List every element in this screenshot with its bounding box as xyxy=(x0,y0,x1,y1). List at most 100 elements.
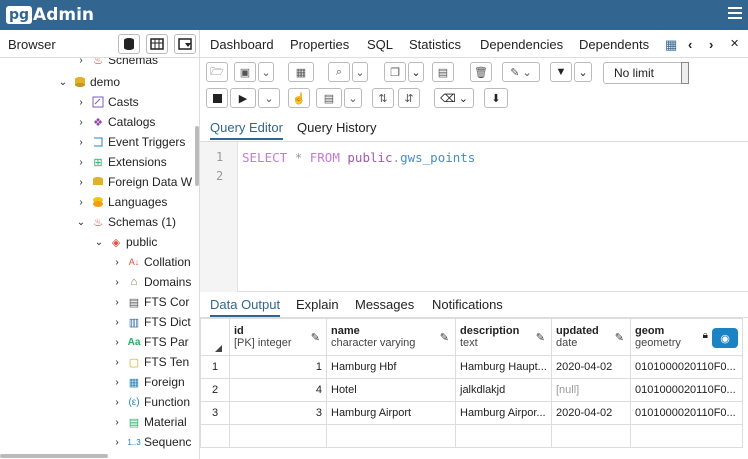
commit-button[interactable]: ⇅ xyxy=(372,88,394,108)
column-header-geom[interactable]: geom geometry 🔒︎ ◉ xyxy=(630,318,743,356)
download-csv-button[interactable]: ⬇ xyxy=(484,88,508,108)
sql-editor[interactable]: 1 2 SELECT * FROM public.gws_points xyxy=(200,142,748,292)
save-dropdown-button[interactable]: ⌄ xyxy=(258,62,274,82)
cell-description[interactable]: jalkdlakjd xyxy=(455,378,552,402)
expand-arrow-icon[interactable]: › xyxy=(112,377,122,388)
column-header-id[interactable]: id [PK] integer ✎ xyxy=(229,318,327,356)
save-file-button[interactable]: ▣ xyxy=(234,62,256,82)
tree-node-public[interactable]: ⌄ ◈ public xyxy=(94,232,158,252)
execute-dropdown-button[interactable]: ⌄ xyxy=(258,88,280,108)
cell-name[interactable]: Hamburg Hbf xyxy=(326,355,456,379)
execute-button[interactable]: ▶ xyxy=(230,88,256,108)
tree-node-foreign-tables[interactable]: › ▦ Foreign xyxy=(112,372,184,392)
clear-button[interactable]: ⌫ ⌄ xyxy=(434,88,474,108)
expand-arrow-icon[interactable]: › xyxy=(76,58,86,66)
filter-rows-button[interactable] xyxy=(174,34,196,54)
cell-geom[interactable]: 0101000020110F0... xyxy=(630,401,743,425)
expand-arrow-icon[interactable]: › xyxy=(112,277,122,288)
expand-arrow-icon[interactable]: › xyxy=(112,357,122,368)
cell-name[interactable] xyxy=(326,424,456,448)
tree-node-event-triggers[interactable]: › Event Triggers xyxy=(76,132,185,152)
tree-node-schemas-group[interactable]: ⌄ ♨ Schemas (1) xyxy=(76,212,176,232)
tree-node-collations[interactable]: › A↓ Collation xyxy=(112,252,190,272)
tree-node-functions[interactable]: › (ε) Function xyxy=(112,392,190,412)
tab-scroll-left-icon[interactable]: ‹ xyxy=(688,37,692,52)
cell-id[interactable]: 4 xyxy=(229,378,327,402)
stop-query-button[interactable] xyxy=(206,88,228,108)
tab-dependents[interactable]: Dependents xyxy=(579,37,649,52)
tree-node-sequences[interactable]: › 1..3 Sequenc xyxy=(112,432,191,452)
rollback-button[interactable]: ⇵ xyxy=(398,88,420,108)
object-properties-button[interactable] xyxy=(118,34,140,54)
collapse-arrow-icon[interactable]: ⌄ xyxy=(94,237,104,248)
tab-query-history[interactable]: Query History xyxy=(297,120,376,135)
tab-sql[interactable]: SQL xyxy=(367,37,393,52)
tree-node-casts[interactable]: › Casts xyxy=(76,92,138,112)
tab-statistics[interactable]: Statistics xyxy=(409,37,461,52)
tree-node-demo[interactable]: ⌄ demo xyxy=(58,72,120,92)
tab-notifications[interactable]: Notifications xyxy=(432,297,503,312)
row-number[interactable]: 2 xyxy=(200,378,230,402)
row-number[interactable]: 1 xyxy=(200,355,230,379)
tree-node-domains[interactable]: › ⌂ Domains xyxy=(112,272,191,292)
expand-arrow-icon[interactable]: › xyxy=(76,157,86,168)
expand-arrow-icon[interactable]: › xyxy=(112,417,122,428)
expand-arrow-icon[interactable]: › xyxy=(112,297,122,308)
tree-node-materialized-views[interactable]: › ▤ Material xyxy=(112,412,186,432)
tree-node-foreign-data-wrappers[interactable]: › Foreign Data W xyxy=(76,172,192,192)
tab-explain[interactable]: Explain xyxy=(296,297,339,312)
cell-id[interactable]: 3 xyxy=(229,401,327,425)
row-limit-dropdown-handle[interactable] xyxy=(681,62,689,84)
paste-button[interactable]: ▤ xyxy=(432,62,454,82)
copy-button[interactable]: ❐ xyxy=(384,62,406,82)
table-row[interactable]: 3 3 Hamburg Airport Hamburg Airpor... 20… xyxy=(200,401,743,425)
new-row[interactable] xyxy=(200,424,743,448)
expand-arrow-icon[interactable]: › xyxy=(112,317,122,328)
select-all-corner[interactable] xyxy=(200,318,230,356)
cell-geom[interactable] xyxy=(630,424,743,448)
tab-dashboard[interactable]: Dashboard xyxy=(210,37,274,52)
tab-data-output[interactable]: Data Output xyxy=(210,297,281,317)
cell-updated[interactable]: 2020-04-02 xyxy=(551,401,631,425)
collapse-arrow-icon[interactable]: ⌄ xyxy=(58,77,68,88)
column-header-name[interactable]: name character varying ✎ xyxy=(326,318,456,356)
copy-dropdown-button[interactable]: ⌄ xyxy=(408,62,424,82)
filter-dropdown-button[interactable]: ⌄ xyxy=(574,62,592,82)
expand-arrow-icon[interactable]: › xyxy=(76,117,86,128)
cell-updated[interactable] xyxy=(551,424,631,448)
tab-properties[interactable]: Properties xyxy=(290,37,349,52)
tree-horizontal-scrollbar[interactable] xyxy=(0,454,108,458)
expand-arrow-icon[interactable]: › xyxy=(76,137,86,148)
tree-vertical-scrollbar[interactable] xyxy=(195,126,199,186)
cell-name[interactable]: Hotel xyxy=(326,378,456,402)
save-data-changes-button[interactable]: ▦ xyxy=(288,62,314,82)
tree-node-schemas[interactable]: › ♨ Schemas xyxy=(76,58,158,70)
expand-arrow-icon[interactable]: › xyxy=(112,337,122,348)
tab-scroll-right-icon[interactable]: › xyxy=(709,37,713,52)
column-header-updated[interactable]: updated date ✎ xyxy=(551,318,631,356)
pgadmin-logo[interactable]: pg Admin xyxy=(6,4,94,26)
row-limit-select[interactable]: No limit xyxy=(603,62,689,84)
explain-analyze-button[interactable]: ▤ xyxy=(316,88,342,108)
cell-updated[interactable]: [null] xyxy=(551,378,631,402)
cell-description[interactable]: Hamburg Airpor... xyxy=(455,401,552,425)
tree-node-fts-templates[interactable]: › ▢ FTS Ten xyxy=(112,352,189,372)
tab-dependencies[interactable]: Dependencies xyxy=(480,37,563,52)
tree-node-fts-dictionaries[interactable]: › ▥ FTS Dict xyxy=(112,312,190,332)
filter-button[interactable]: ▼ xyxy=(550,62,572,82)
row-number[interactable]: 3 xyxy=(200,401,230,425)
cell-description[interactable]: Hamburg Haupt... xyxy=(455,355,552,379)
row-number[interactable] xyxy=(200,424,230,448)
expand-arrow-icon[interactable]: › xyxy=(76,97,86,108)
open-file-button[interactable]: 🗁 xyxy=(206,62,228,82)
delete-button[interactable]: 🗑 xyxy=(470,62,492,82)
tree-node-extensions[interactable]: › ⊞ Extensions xyxy=(76,152,166,172)
explain-dropdown-button[interactable]: ⌄ xyxy=(344,88,362,108)
menu-icon[interactable] xyxy=(728,7,742,19)
find-button[interactable]: ⌕ xyxy=(328,62,350,82)
tab-messages[interactable]: Messages xyxy=(355,297,414,312)
tree-node-fts-parsers[interactable]: › Aa FTS Par xyxy=(112,332,188,352)
collapse-arrow-icon[interactable]: ⌄ xyxy=(76,217,86,228)
tree-node-catalogs[interactable]: › ❖ Catalogs xyxy=(76,112,155,132)
table-row[interactable]: 2 4 Hotel jalkdlakjd [null] 010100002011… xyxy=(200,378,743,402)
